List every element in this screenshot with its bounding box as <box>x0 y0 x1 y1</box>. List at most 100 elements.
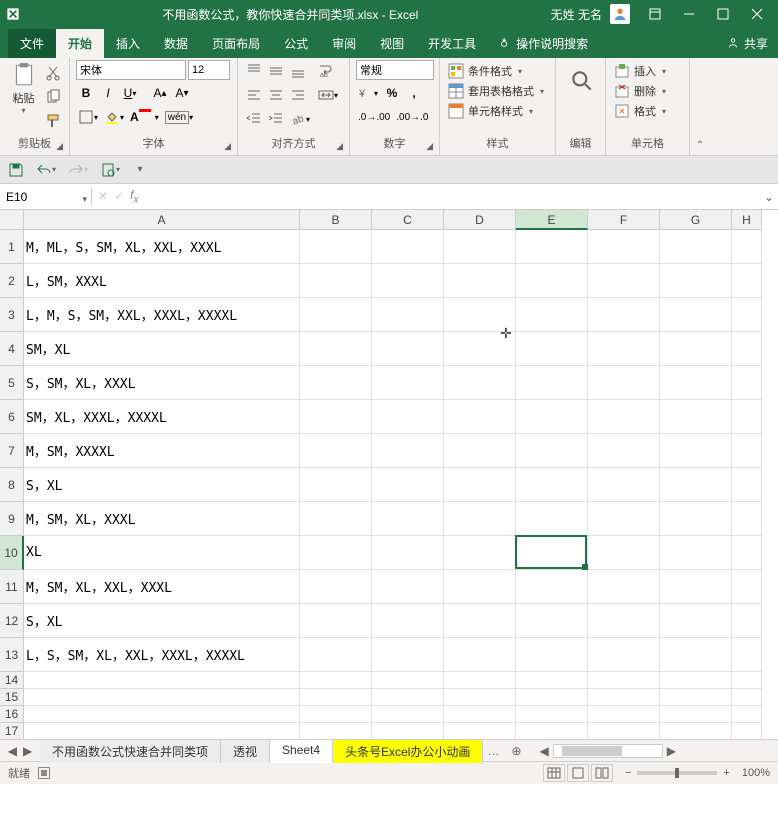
cell[interactable] <box>588 604 660 638</box>
scroll-left-icon[interactable]: ◀ <box>540 744 549 758</box>
zoom-in-icon[interactable]: + <box>723 767 729 779</box>
sheet-tab[interactable]: 透视 <box>221 739 270 763</box>
cell[interactable]: M，SM，XL，XXXL <box>24 502 300 536</box>
formula-bar[interactable] <box>144 195 759 199</box>
cell[interactable] <box>660 434 732 468</box>
cell[interactable]: S，XL <box>24 604 300 638</box>
cell[interactable] <box>300 264 372 298</box>
cell[interactable] <box>444 604 516 638</box>
worksheet-grid[interactable]: ABCDEFGH 1234567891011121314151617 M，ML，… <box>0 210 778 740</box>
tab-insert[interactable]: 插入 <box>104 29 152 58</box>
tab-home[interactable]: 开始 <box>56 29 104 58</box>
border-button[interactable]: ▾ <box>76 106 100 128</box>
fx-icon[interactable]: fx <box>130 188 138 205</box>
tab-formulas[interactable]: 公式 <box>272 29 320 58</box>
cell[interactable] <box>516 723 588 740</box>
tab-review[interactable]: 审阅 <box>320 29 368 58</box>
row-header[interactable]: 17 <box>0 723 24 740</box>
cell[interactable] <box>372 468 444 502</box>
cell[interactable] <box>372 400 444 434</box>
percent-button[interactable]: % <box>382 82 402 104</box>
cell[interactable]: SM，XL，XXXL，XXXXL <box>24 400 300 434</box>
cell[interactable] <box>24 689 300 706</box>
cell[interactable]: L，S，SM，XL，XXL，XXXL，XXXXL <box>24 638 300 672</box>
font-color-button[interactable]: A▾ <box>128 106 161 128</box>
cell[interactable] <box>660 298 732 332</box>
cell[interactable] <box>300 366 372 400</box>
cell[interactable] <box>660 468 732 502</box>
align-middle-button[interactable] <box>266 60 286 82</box>
cell[interactable] <box>444 689 516 706</box>
cell[interactable] <box>372 689 444 706</box>
close-icon[interactable] <box>740 1 774 27</box>
font-name-input[interactable] <box>76 60 186 80</box>
cell[interactable] <box>732 400 762 434</box>
cell[interactable]: M，ML，S，SM，XL，XXL，XXXL <box>24 230 300 264</box>
alignment-launcher-icon[interactable]: ◢ <box>336 141 343 152</box>
cell[interactable] <box>300 570 372 604</box>
row-header[interactable]: 7 <box>0 434 24 468</box>
cell[interactable] <box>516 638 588 672</box>
row-header[interactable]: 8 <box>0 468 24 502</box>
cell[interactable] <box>588 502 660 536</box>
cell[interactable] <box>372 536 444 570</box>
scroll-right-icon[interactable]: ▶ <box>667 744 676 758</box>
cell[interactable] <box>732 536 762 570</box>
cell[interactable] <box>516 264 588 298</box>
row-header[interactable]: 4 <box>0 332 24 366</box>
redo-button[interactable]: ▾ <box>66 159 90 181</box>
conditional-format-button[interactable]: 条件格式▾ <box>446 62 549 80</box>
user-avatar-icon[interactable] <box>610 4 630 24</box>
cell[interactable] <box>444 723 516 740</box>
cell[interactable] <box>372 502 444 536</box>
horizontal-scrollbar[interactable] <box>553 744 663 758</box>
cell[interactable] <box>300 604 372 638</box>
cut-button[interactable] <box>43 62 63 84</box>
align-bottom-button[interactable] <box>288 60 308 82</box>
add-sheet-icon[interactable]: ⊕ <box>503 744 529 758</box>
cell[interactable] <box>660 332 732 366</box>
cell[interactable] <box>516 536 588 570</box>
cell[interactable] <box>300 723 372 740</box>
row-header[interactable]: 1 <box>0 230 24 264</box>
decrease-decimal-button[interactable]: .00→.0 <box>394 106 430 128</box>
cell[interactable] <box>372 723 444 740</box>
cell[interactable] <box>444 536 516 570</box>
row-header[interactable]: 12 <box>0 604 24 638</box>
cell[interactable] <box>372 672 444 689</box>
column-header[interactable]: F <box>588 210 660 230</box>
cell[interactable] <box>516 502 588 536</box>
column-header[interactable]: E <box>516 210 588 230</box>
row-header[interactable]: 2 <box>0 264 24 298</box>
maximize-icon[interactable] <box>706 1 740 27</box>
cell[interactable] <box>516 672 588 689</box>
cell-styles-button[interactable]: 单元格样式▾ <box>446 102 549 120</box>
ribbon-options-icon[interactable] <box>638 1 672 27</box>
zoom-out-icon[interactable]: − <box>625 767 631 779</box>
page-layout-view-icon[interactable] <box>567 764 589 782</box>
cell[interactable] <box>516 434 588 468</box>
cell[interactable] <box>588 264 660 298</box>
find-select-button[interactable] <box>562 66 602 96</box>
cell[interactable] <box>732 366 762 400</box>
cell[interactable] <box>372 638 444 672</box>
minimize-icon[interactable] <box>672 1 706 27</box>
increase-indent-button[interactable] <box>266 108 286 130</box>
cell[interactable] <box>588 536 660 570</box>
cell[interactable] <box>24 706 300 723</box>
cell[interactable] <box>516 298 588 332</box>
print-preview-button[interactable]: ▾ <box>98 159 122 181</box>
delete-cells-button[interactable]: 删除▾ <box>612 82 683 100</box>
cell[interactable] <box>516 400 588 434</box>
cell[interactable] <box>444 230 516 264</box>
page-break-view-icon[interactable] <box>591 764 613 782</box>
user-name[interactable]: 无姓 无名 <box>551 6 602 23</box>
cell[interactable] <box>660 400 732 434</box>
cell[interactable] <box>444 264 516 298</box>
cell[interactable] <box>300 706 372 723</box>
column-header[interactable]: A <box>24 210 300 230</box>
number-launcher-icon[interactable]: ◢ <box>426 141 433 152</box>
cell[interactable] <box>372 264 444 298</box>
column-header[interactable]: H <box>732 210 762 230</box>
cell[interactable] <box>444 672 516 689</box>
